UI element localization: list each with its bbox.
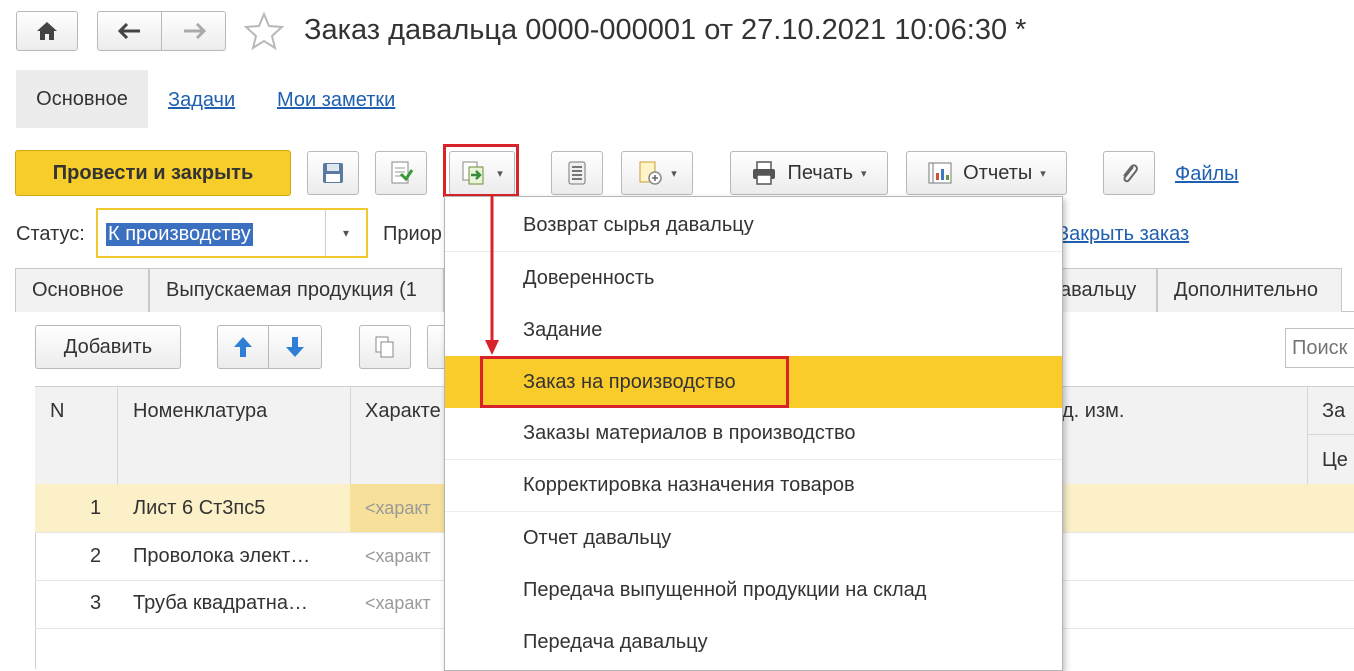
row-number: 3 (90, 592, 102, 614)
row-characteristic: <характ (365, 546, 431, 566)
section-main[interactable]: Основное (16, 70, 148, 128)
tab-customer-report-label: авальцу (1060, 279, 1137, 301)
forward-button[interactable] (161, 11, 226, 51)
close-order-link[interactable]: Закрыть заказ (1057, 223, 1189, 246)
status-dropdown-toggle[interactable]: ▾ (325, 210, 366, 256)
tab-additional[interactable]: Дополнительно (1157, 268, 1342, 312)
post-document-button[interactable] (375, 151, 427, 195)
create-based-on-menu: Возврат сырья давальцу Доверенность Зада… (444, 196, 1063, 671)
menu-item-label: Заказы материалов в производство (523, 422, 856, 444)
row-name: Лист 6 Ст3пс5 (133, 497, 266, 519)
col-price-header[interactable]: Це (1322, 449, 1348, 472)
priority-label: Приор (383, 223, 442, 245)
report-chart-icon (928, 162, 952, 184)
related-documents-button[interactable] (551, 151, 603, 195)
row-characteristic: <характ (365, 593, 431, 613)
search-field[interactable] (1290, 336, 1354, 361)
chevron-down-icon: ▾ (1040, 167, 1046, 180)
move-down-button[interactable] (268, 325, 322, 369)
list-icon (568, 161, 586, 185)
reports-button[interactable]: Отчеты ▾ (906, 151, 1067, 195)
col-extra-header[interactable]: За (1322, 400, 1345, 423)
menu-item-label: Передача выпущенной продукции на склад (523, 578, 927, 601)
section-notes-link[interactable]: Мои заметки (277, 89, 395, 112)
menu-item-goods-correction[interactable]: Корректировка назначения товаров (445, 460, 1062, 512)
menu-item-label: Возврат сырья давальцу (523, 214, 754, 236)
menu-item-label: Доверенность (523, 266, 655, 289)
attachments-button[interactable] (1103, 151, 1155, 195)
menu-item-customer-report[interactable]: Отчет давальцу (445, 512, 1062, 564)
header-divider (117, 387, 118, 485)
menu-item-power-of-attorney[interactable]: Доверенность (445, 252, 1062, 304)
menu-item-label: Корректировка назначения товаров (523, 474, 855, 496)
arrow-down-icon (286, 337, 304, 357)
header-divider (350, 387, 351, 485)
arrow-up-icon (234, 337, 252, 357)
save-button[interactable] (307, 151, 359, 195)
row-number: 2 (90, 545, 102, 567)
menu-item-task[interactable]: Задание (445, 304, 1062, 356)
highlight-frame (443, 144, 519, 197)
header-divider (1307, 434, 1354, 435)
files-link[interactable]: Файлы (1175, 163, 1239, 186)
post-document-icon (391, 161, 413, 184)
search-input[interactable] (1285, 328, 1354, 368)
menu-item-transfer-to-warehouse[interactable]: Передача выпущенной продукции на склад (445, 564, 1062, 616)
row-name: Проволока элект… (133, 545, 311, 567)
paperclip-icon (1123, 164, 1138, 183)
menu-item-label: Передача давальцу (523, 630, 708, 653)
tab-products-label: Выпускаемая продукция (1 (166, 279, 417, 301)
post-and-close-label: Провести и закрыть (52, 161, 254, 184)
arrow-left-icon (117, 23, 140, 39)
status-value: К производству (106, 223, 253, 246)
menu-item-label: Задание (523, 318, 603, 341)
print-button[interactable]: Печать ▾ (730, 151, 888, 195)
add-row-button[interactable]: Добавить (35, 325, 181, 369)
copy-icon (375, 336, 394, 358)
attach-document-button[interactable]: ▾ (621, 151, 693, 195)
status-select[interactable]: К производству ▾ (96, 208, 368, 258)
tab-additional-label: Дополнительно (1174, 279, 1318, 301)
move-up-button[interactable] (217, 325, 269, 369)
add-row-label: Добавить (63, 335, 153, 358)
section-tasks-link[interactable]: Задачи (168, 89, 235, 112)
home-button[interactable] (16, 11, 78, 51)
row-characteristic: <характ (365, 498, 431, 518)
printer-icon (753, 161, 776, 185)
section-main-label: Основное (36, 87, 128, 110)
highlight-frame (480, 356, 789, 408)
arrow-right-icon (183, 23, 206, 39)
home-icon (37, 22, 57, 40)
favorite-star-icon[interactable] (243, 11, 285, 55)
copy-row-button[interactable] (359, 325, 411, 369)
tab-main-label: Основное (32, 279, 124, 301)
row-number: 1 (90, 497, 102, 519)
col-nomenclature-header[interactable]: Номенклатура (133, 400, 267, 423)
document-add-icon (639, 161, 662, 185)
tab-main[interactable]: Основное (15, 268, 149, 312)
row-name: Труба квадратна… (133, 592, 308, 614)
floppy-disk-icon (323, 163, 343, 183)
col-characteristic-header[interactable]: Характе (365, 400, 441, 423)
tab-products[interactable]: Выпускаемая продукция (1 (149, 268, 444, 312)
annotation-arrow (485, 195, 499, 355)
post-and-close-button[interactable]: Провести и закрыть (15, 150, 291, 196)
menu-item-transfer-to-customer[interactable]: Передача давальцу (445, 616, 1062, 668)
print-label: Печать (787, 161, 853, 184)
chevron-down-icon: ▾ (342, 226, 350, 240)
menu-item-return-raw[interactable]: Возврат сырья давальцу (445, 200, 1062, 252)
chevron-down-icon: ▾ (671, 167, 677, 180)
back-button[interactable] (97, 11, 162, 51)
header-divider (1307, 387, 1308, 485)
menu-item-label: Отчет давальцу (523, 526, 672, 549)
col-unit-header[interactable]: д. изм. (1062, 400, 1124, 423)
page-title: Заказ давальца 0000-000001 от 27.10.2021… (304, 14, 1027, 46)
chevron-down-icon: ▾ (861, 167, 867, 180)
status-label: Статус: (16, 223, 85, 245)
menu-item-material-orders[interactable]: Заказы материалов в производство (445, 408, 1062, 460)
col-n-header[interactable]: N (50, 400, 64, 423)
reports-label: Отчеты (963, 161, 1033, 184)
